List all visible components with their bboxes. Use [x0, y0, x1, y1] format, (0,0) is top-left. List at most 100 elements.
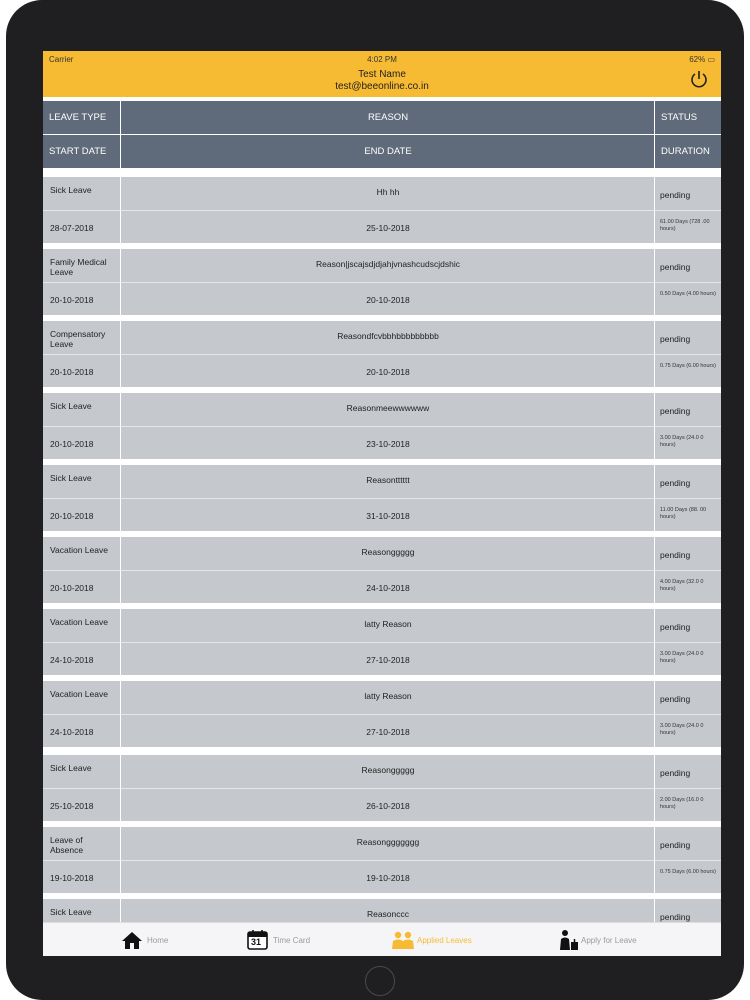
- leave-status: pending: [660, 406, 691, 416]
- leave-status: pending: [660, 334, 691, 344]
- leave-reason: Reasonccc: [366, 909, 410, 919]
- leave-type: Sick Leave: [50, 763, 92, 773]
- row-divider: [43, 426, 721, 427]
- start-date: 20-10-2018: [50, 439, 94, 449]
- row-divider: [43, 642, 721, 643]
- col-leave-type: LEAVE TYPE: [49, 112, 107, 123]
- divider: [654, 827, 655, 893]
- col-reason: REASON: [367, 112, 409, 123]
- leave-row[interactable]: Sick Leave Hh hh pending 28-07-2018 25-10-20…: [43, 177, 721, 243]
- user-email: test@beeonline.co.in: [335, 81, 429, 92]
- end-date: 23-10-2018: [366, 439, 410, 449]
- start-date: 20-10-2018: [50, 583, 94, 593]
- leave-row[interactable]: Compensatory Leave Reasondfcvbbhbbbbbbbbb…: [43, 321, 721, 387]
- divider: [654, 249, 655, 315]
- home-icon: [122, 932, 142, 949]
- leave-duration: 4.00 Days (32.0 0 hours): [660, 579, 704, 592]
- leave-type: Sick Leave: [50, 401, 92, 411]
- divider: [654, 393, 655, 459]
- leave-duration: 0.50 Days (4.00 hours): [660, 291, 716, 297]
- tab-home[interactable]: Home: [121, 923, 241, 956]
- header-row-secondary: START DATE END DATE DURATION: [43, 135, 721, 168]
- leave-duration: 0.75 Days (6.00 hours): [660, 869, 716, 875]
- leave-status: pending: [660, 478, 691, 488]
- divider: [120, 321, 121, 387]
- leave-type: Family Medical Leave: [50, 257, 107, 277]
- end-date: 27-10-2018: [366, 727, 410, 737]
- leave-status: pending: [660, 768, 691, 778]
- leave-reason: latty Reason: [364, 691, 412, 701]
- divider: [120, 101, 121, 134]
- leave-row[interactable]: Sick Leave Reasonggggg pending 25-10-2018 26…: [43, 755, 721, 821]
- leave-reason: Reasonmeewwwwww: [346, 403, 430, 413]
- apply-leave-icon: [560, 930, 578, 950]
- end-date: 25-10-2018: [366, 223, 410, 233]
- divider: [654, 899, 655, 922]
- leave-row[interactable]: Vacation Leave latty Reason pending 24-10-2…: [43, 609, 721, 675]
- leave-row[interactable]: Vacation Leave latty Reason pending 24-10-2…: [43, 681, 721, 747]
- leave-row[interactable]: Sick Leave Reasonmeewwwwww pending 20-10-20…: [43, 393, 721, 459]
- leave-table[interactable]: LEAVE TYPE REASON STATUS START DATE END …: [43, 99, 721, 922]
- end-date: 31-10-2018: [366, 511, 410, 521]
- leave-status: pending: [660, 550, 691, 560]
- app-screen: Carrier 4:02 PM 62% ▭ Test Name test@bee…: [43, 51, 721, 956]
- leave-reason: latty Reason: [364, 619, 412, 629]
- divider: [120, 609, 121, 675]
- tab-applied-leaves[interactable]: Applied Leaves: [391, 923, 531, 956]
- divider: [120, 393, 121, 459]
- leave-reason: Reasonggggg: [361, 765, 415, 775]
- leave-type: Compensatory Leave: [50, 329, 106, 349]
- leave-status: pending: [660, 190, 691, 200]
- row-divider: [43, 860, 721, 861]
- start-date: 24-10-2018: [50, 727, 94, 737]
- leave-status: pending: [660, 694, 691, 704]
- device-home-button[interactable]: [365, 966, 395, 996]
- divider: [654, 135, 655, 168]
- leave-status: pending: [660, 262, 691, 272]
- col-duration: DURATION: [661, 146, 710, 157]
- tab-bar: Home 31 Time Card Applied Leaves Apply f…: [43, 922, 721, 956]
- start-date: 28-07-2018: [50, 223, 94, 233]
- start-date: 24-10-2018: [50, 655, 94, 665]
- end-date: 26-10-2018: [366, 801, 410, 811]
- leave-row[interactable]: Sick Leave Reasonccc pending: [43, 899, 721, 922]
- leave-row[interactable]: Family Medical Leave Reason|jscajsdjdjahj…: [43, 249, 721, 315]
- tab-time-card[interactable]: 31 Time Card: [247, 923, 367, 956]
- divider: [120, 755, 121, 821]
- divider: [120, 177, 121, 243]
- end-date: 24-10-2018: [366, 583, 410, 593]
- leave-status: pending: [660, 840, 691, 850]
- leave-duration: 0.75 Days (6.00 hours): [660, 363, 716, 369]
- leave-reason: Reason|jscajsdjdjahjvnashcudscjdshic: [316, 259, 460, 269]
- calendar-badge: 31: [251, 937, 262, 947]
- leave-type: Leave of Absence: [50, 835, 84, 855]
- divider: [654, 465, 655, 531]
- col-end-date: END DATE: [364, 146, 412, 157]
- leave-type: Sick Leave: [50, 185, 92, 195]
- leave-duration: 61.00 Days (728 .00 hours): [660, 219, 710, 232]
- leave-duration: 2.00 Days (16.0 0 hours): [660, 797, 704, 810]
- row-divider: [43, 498, 721, 499]
- row-divider: [43, 570, 721, 571]
- row-divider: [43, 788, 721, 789]
- divider: [654, 681, 655, 747]
- row-divider: [43, 282, 721, 283]
- header-row-primary: LEAVE TYPE REASON STATUS: [43, 101, 721, 134]
- leave-row[interactable]: Vacation Leave Reasonggggg pending 20-10-20…: [43, 537, 721, 603]
- tab-apply-for-leave[interactable]: Apply for Leave: [557, 923, 697, 956]
- leave-type: Vacation Leave: [50, 617, 108, 627]
- start-date: 19-10-2018: [50, 873, 94, 883]
- divider: [120, 135, 121, 168]
- leave-row[interactable]: Leave of Absence Reasonggggggg pending 19-1…: [43, 827, 721, 893]
- battery-percent: 62%: [689, 55, 706, 64]
- divider: [654, 537, 655, 603]
- people-icon: [392, 931, 414, 949]
- power-icon[interactable]: [689, 69, 709, 89]
- leave-row[interactable]: Sick Leave Reasontttttt pending 20-10-2018 3…: [43, 465, 721, 531]
- tab-apply-for-leave-label: Apply for Leave: [581, 936, 637, 945]
- tab-applied-leaves-label: Applied Leaves: [417, 936, 472, 945]
- tab-home-label: Home: [147, 936, 169, 945]
- leave-type: Vacation Leave: [50, 545, 108, 555]
- start-date: 25-10-2018: [50, 801, 94, 811]
- leave-reason: Reasonggggg: [361, 547, 415, 557]
